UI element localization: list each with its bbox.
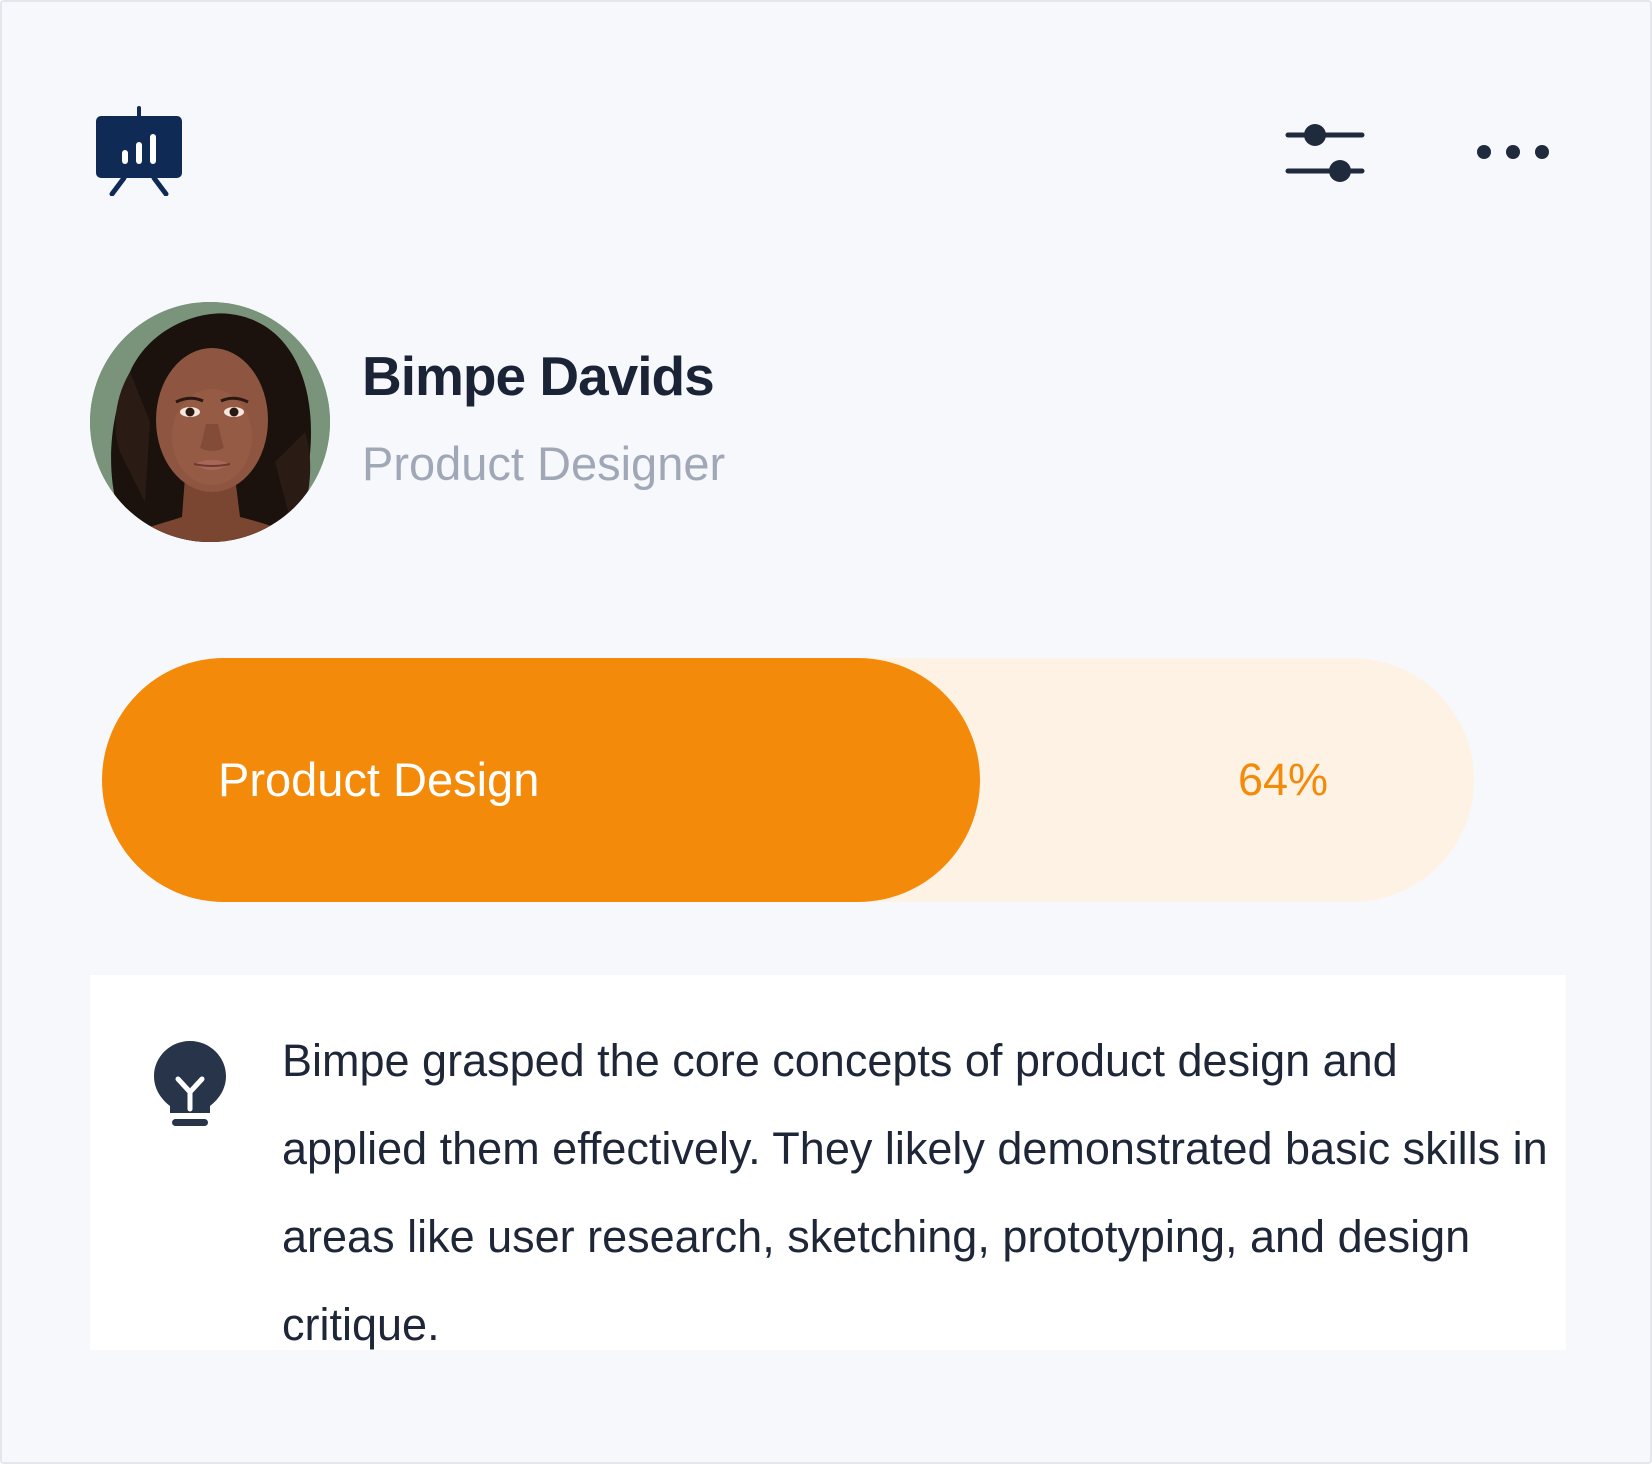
sliders-filter-icon[interactable] bbox=[1285, 120, 1365, 186]
avatar bbox=[90, 302, 330, 542]
more-horizontal-icon[interactable] bbox=[1476, 142, 1550, 162]
progress-percent: 64% bbox=[1238, 754, 1329, 805]
progress-label: Product Design bbox=[218, 753, 540, 806]
progress-fill: Product Design bbox=[102, 658, 981, 902]
presentation-chart-icon bbox=[96, 106, 182, 196]
insight-panel: Bimpe grasped the core concepts of produ… bbox=[90, 975, 1566, 1350]
profile-progress-card: Bimpe Davids Product Designer Product De… bbox=[0, 0, 1652, 1464]
user-name: Bimpe Davids bbox=[362, 345, 715, 407]
skill-progress-bar: Product Design 64% bbox=[102, 658, 1474, 902]
user-role: Product Designer bbox=[362, 437, 726, 490]
insight-text: Bimpe grasped the core concepts of produ… bbox=[282, 1035, 1548, 1350]
lightbulb-icon bbox=[152, 1039, 228, 1131]
